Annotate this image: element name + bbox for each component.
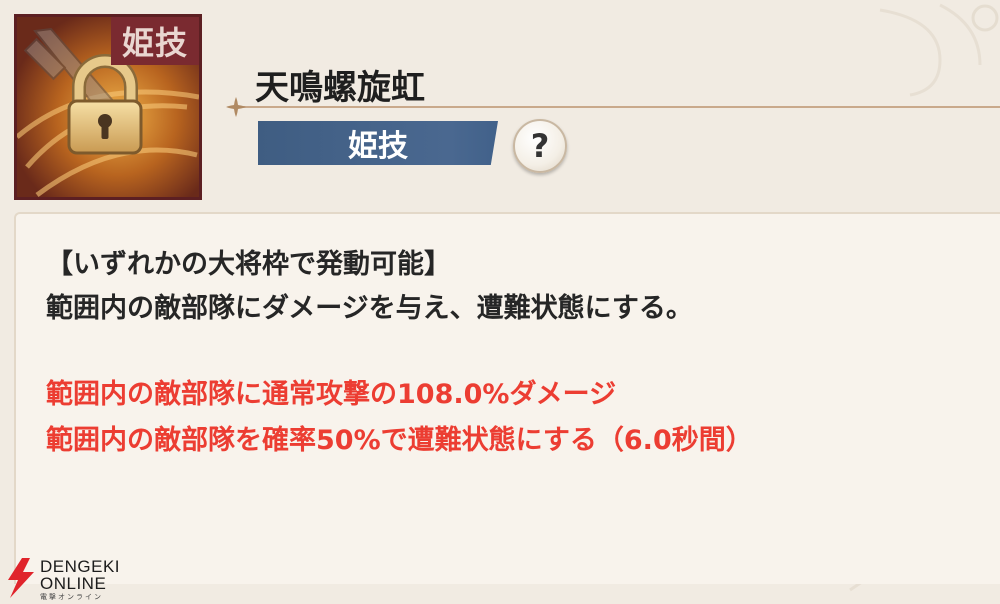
lightning-icon: [8, 558, 34, 598]
help-button[interactable]: ?: [513, 119, 567, 173]
effect-damage: 範囲内の敵部隊に通常攻撃の108.0%ダメージ: [46, 379, 617, 410]
question-mark-icon: ?: [530, 127, 550, 165]
description-summary: 範囲内の敵部隊にダメージを与え、遭難状態にする。: [46, 293, 693, 324]
watermark-line2: ONLINE: [40, 574, 107, 593]
activation-condition: 【いずれかの大将枠で発動可能】: [46, 249, 451, 280]
watermark-logo: DENGEKI ONLINE 電撃オンライン: [4, 556, 130, 601]
title-divider: [226, 97, 1000, 117]
effect-status: 範囲内の敵部隊を確率50%で遭難状態にする（6.0秒間）: [46, 425, 753, 456]
icon-tag-label: 姫技: [111, 17, 199, 65]
skill-type-badge: 姫技: [258, 121, 498, 165]
watermark-line1: DENGEKI: [40, 557, 121, 576]
watermark-sub: 電撃オンライン: [40, 593, 103, 601]
description-panel: 【いずれかの大将枠で発動可能】 範囲内の敵部隊にダメージを与え、遭難状態にする。…: [14, 212, 1000, 584]
skill-icon: 姫技: [14, 14, 202, 200]
